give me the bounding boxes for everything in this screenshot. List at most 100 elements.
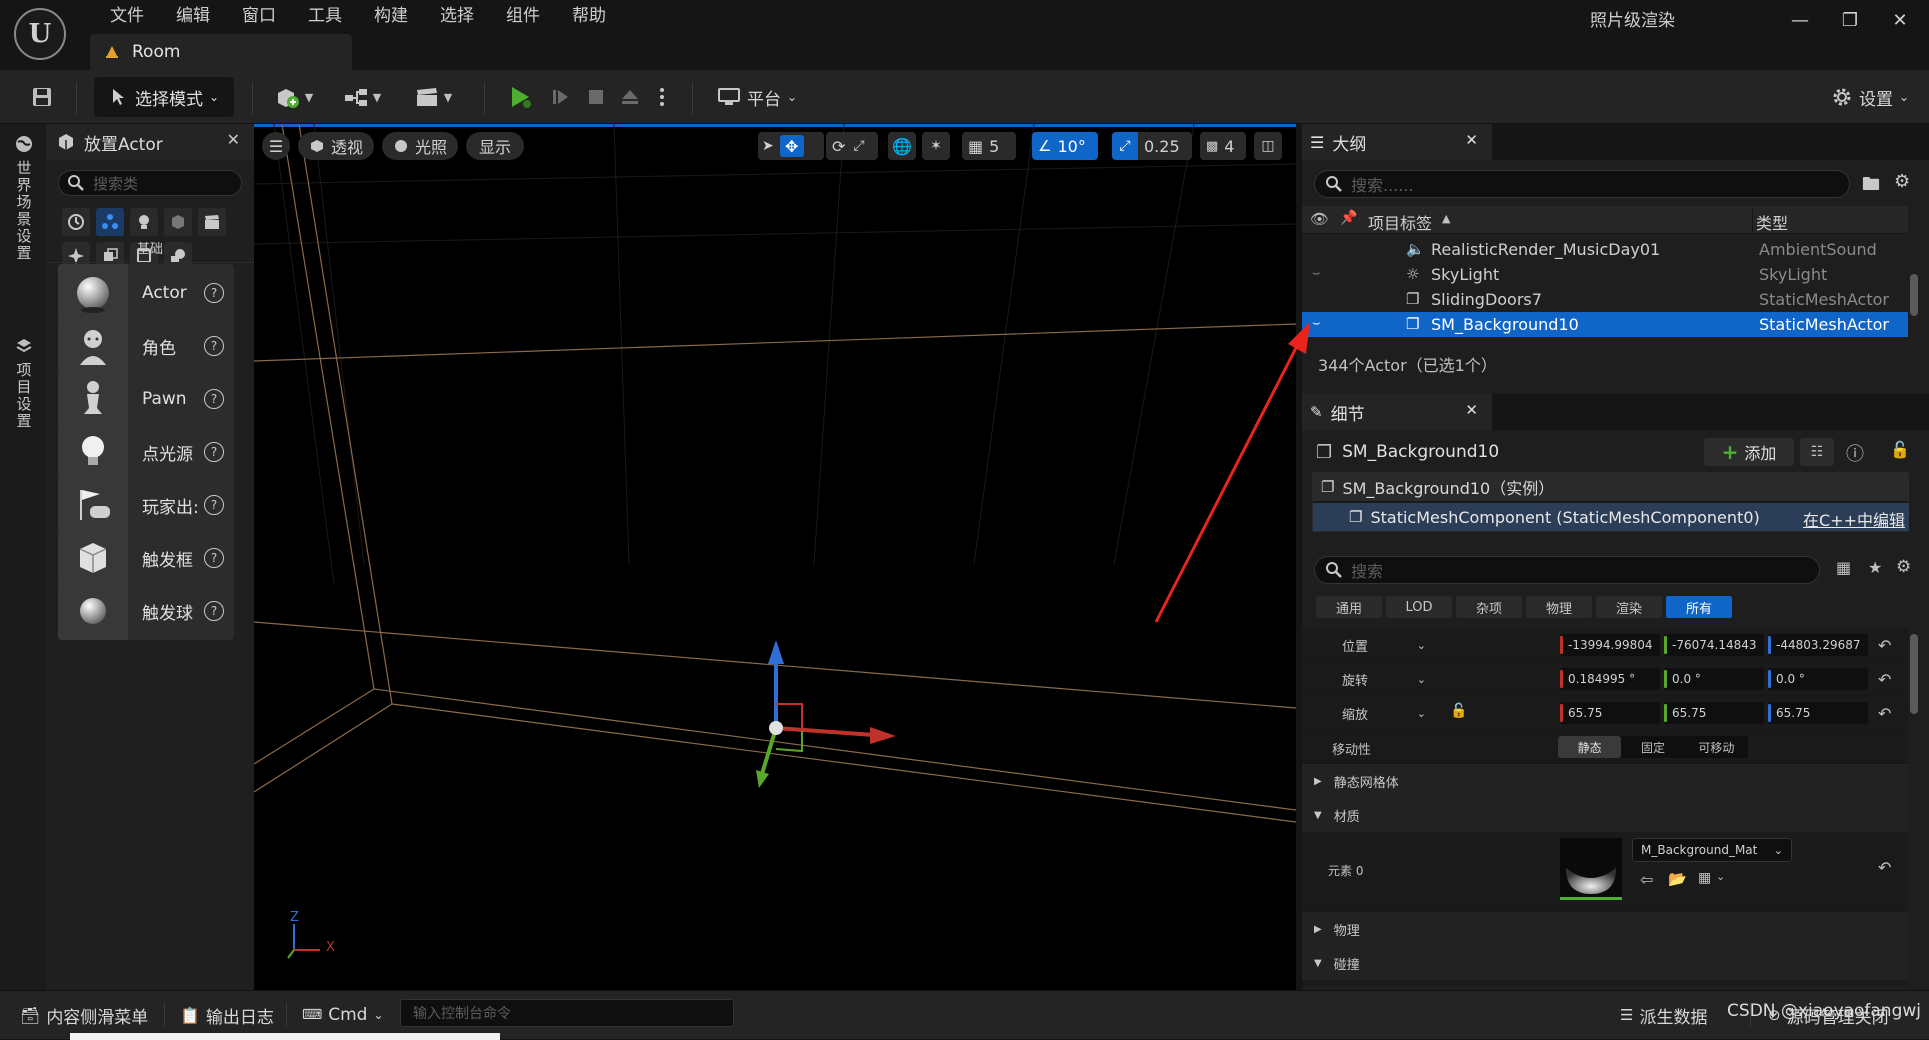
place-box-trigger-item[interactable]: 触发框 ?	[58, 529, 234, 587]
outliner-settings-gear-icon[interactable]: ⚙	[1894, 171, 1910, 192]
rotation-y-field[interactable]: 0.0 °	[1664, 668, 1764, 690]
column-type-header[interactable]: 类型	[1756, 210, 1788, 234]
browse-folder-icon[interactable]: 📂	[1668, 870, 1687, 888]
close-tab-icon[interactable]: ✕	[1465, 401, 1478, 419]
reset-arrow-icon[interactable]: ↶	[1878, 858, 1891, 877]
console-command-input[interactable]: 输入控制台命令	[400, 999, 734, 1027]
scale-icon[interactable]: ⤢	[853, 138, 864, 154]
location-z-field[interactable]: -44803.29687	[1768, 634, 1868, 656]
menu-select[interactable]: 选择	[424, 2, 490, 30]
scale-z-field[interactable]: 65.75	[1768, 702, 1868, 724]
play-button[interactable]	[500, 77, 540, 117]
tab-misc[interactable]: 杂项	[1456, 596, 1522, 618]
mobility-static[interactable]: 静态	[1558, 736, 1622, 758]
menu-help[interactable]: 帮助	[556, 2, 622, 30]
help-icon[interactable]: ?	[204, 389, 224, 409]
rotate-icon[interactable]: ⟳	[832, 137, 845, 156]
cmd-dropdown[interactable]: ⌨ Cmd ⌄	[294, 999, 392, 1031]
material-asset-dropdown[interactable]: M_Background_Mat ⌄	[1632, 838, 1792, 862]
column-label-header[interactable]: 项目标签	[1368, 210, 1432, 234]
camera-speed-button[interactable]: ▩ 4	[1200, 132, 1246, 160]
outliner-row[interactable]: 🔈 RealisticRender_MusicDay01 AmbientSoun…	[1302, 237, 1908, 262]
help-icon[interactable]: ?	[204, 442, 224, 462]
mobility-movable[interactable]: 可移动	[1685, 736, 1748, 758]
place-sphere-trigger-item[interactable]: 触发球 ?	[58, 582, 234, 640]
grid-snap-toggle[interactable]: ▦ 5	[962, 132, 1016, 160]
place-actor-item[interactable]: Actor ?	[58, 264, 234, 322]
place-player-start-item[interactable]: 玩家出: ?	[58, 476, 234, 534]
outliner-row[interactable]: ⌣ ☼ SkyLight SkyLight	[1302, 262, 1908, 287]
tab-rendering[interactable]: 渲染	[1596, 596, 1662, 618]
outliner-tab[interactable]: ☰ 大纲 ✕	[1302, 124, 1492, 160]
rotation-x-field[interactable]: 0.184995 °	[1560, 668, 1660, 690]
material-thumbnail[interactable]	[1560, 838, 1622, 900]
blueprint-button[interactable]: ▼	[338, 77, 386, 117]
help-icon[interactable]: ?	[204, 283, 224, 303]
content-drawer-button[interactable]: 🗃 内容侧滑菜单	[12, 999, 156, 1031]
reset-arrow-icon[interactable]: ↶	[1878, 670, 1891, 689]
tab-physics[interactable]: 物理	[1526, 596, 1592, 618]
world-local-icon[interactable]: 🌐	[888, 132, 916, 160]
blueprint-convert-icon[interactable]: ☷	[1800, 438, 1834, 466]
unreal-logo-icon[interactable]: U	[14, 8, 66, 60]
help-icon[interactable]: ?	[204, 548, 224, 568]
visibility-hidden-icon[interactable]: ⌣	[1312, 266, 1321, 281]
add-component-button[interactable]: + 添加	[1704, 438, 1794, 466]
class-search-input[interactable]: 搜索类	[58, 170, 242, 196]
location-y-field[interactable]: -76074.14843	[1664, 634, 1764, 656]
more-options-icon[interactable]	[650, 77, 674, 117]
shapes-cube-icon[interactable]	[164, 208, 192, 236]
cinematics-button[interactable]: ▼	[408, 77, 458, 117]
project-settings-tab[interactable]: 项目设置	[12, 336, 36, 536]
rotation-dropdown[interactable]: 旋转 ⌄	[1334, 668, 1434, 690]
favorite-star-icon[interactable]: ★	[1868, 558, 1882, 577]
location-dropdown[interactable]: 位置 ⌄	[1334, 634, 1434, 656]
lighting-button[interactable]: 光照	[382, 132, 458, 160]
details-tab[interactable]: ✎ 细节 ✕	[1302, 394, 1492, 430]
tab-lod[interactable]: LOD	[1386, 596, 1452, 618]
rotation-snap-toggle[interactable]: ∠ 10°	[1032, 132, 1098, 160]
perspective-button[interactable]: 透视	[298, 132, 374, 160]
help-circle-icon[interactable]: ⓘ	[1846, 440, 1864, 466]
surface-snap-icon[interactable]: ✶	[922, 132, 950, 160]
outliner-row-selected[interactable]: ⌣ ❐ SM_Background10 StaticMeshActor	[1302, 312, 1908, 337]
derived-data-button[interactable]: ☰ 派生数据	[1612, 999, 1715, 1031]
close-icon[interactable]: ✕	[1880, 6, 1920, 34]
menu-file[interactable]: 文件	[94, 2, 160, 30]
scale-y-field[interactable]: 65.75	[1664, 702, 1764, 724]
physics-section[interactable]: ▶ 物理	[1302, 912, 1908, 946]
level-viewport[interactable]: Z X ☰ 透视 光照 显示 ➤ ✥ ⟳ ⤢ 🌐 ✶ ▦ 5 ∠ 10° ⤢ 0…	[254, 124, 1296, 990]
project-tab[interactable]: Room	[90, 34, 352, 70]
rotation-z-field[interactable]: 0.0 °	[1768, 668, 1868, 690]
static-mesh-section[interactable]: ▶ 静态网格体	[1302, 764, 1908, 798]
outliner-scrollbar[interactable]	[1910, 274, 1918, 316]
add-folder-icon[interactable]: 🖿	[1862, 172, 1880, 202]
help-icon[interactable]: ?	[204, 495, 224, 515]
close-tab-icon[interactable]: ✕	[1465, 131, 1478, 149]
collision-section[interactable]: ▼ 碰撞	[1302, 946, 1908, 980]
step-button[interactable]	[544, 77, 576, 117]
settings-dropdown[interactable]: 设置 ⌄	[1820, 77, 1920, 117]
layout-icon[interactable]: ◫	[1254, 132, 1282, 160]
details-search-input[interactable]: 搜索	[1314, 556, 1820, 584]
reset-arrow-icon[interactable]: ↶	[1878, 704, 1891, 723]
light-bulb-icon[interactable]	[130, 208, 158, 236]
table-view-icon[interactable]: ▦	[1836, 558, 1851, 577]
tab-all[interactable]: 所有	[1666, 596, 1732, 618]
close-tab-icon[interactable]: ✕	[227, 130, 240, 149]
place-point-light-item[interactable]: 点光源 ?	[58, 423, 234, 481]
outliner-search-input[interactable]: 搜索......	[1314, 170, 1850, 198]
platform-dropdown[interactable]: 平台 ⌄	[712, 77, 802, 117]
visibility-eye-icon[interactable]: 👁	[1310, 210, 1329, 228]
minimize-icon[interactable]: —	[1780, 6, 1820, 34]
recent-icon[interactable]	[62, 208, 90, 236]
menu-edit[interactable]: 编辑	[160, 2, 226, 30]
move-icon[interactable]: ✥	[779, 135, 804, 157]
menu-build[interactable]: 构建	[358, 2, 424, 30]
help-icon[interactable]: ?	[204, 336, 224, 356]
scale-dropdown[interactable]: 缩放 ⌄	[1334, 702, 1434, 724]
select-mode-dropdown[interactable]: 选择模式 ⌄	[94, 77, 234, 117]
instance-row[interactable]: ❐ SM_Background10（实例）	[1313, 473, 1909, 501]
scale-x-field[interactable]: 65.75	[1560, 702, 1660, 724]
component-row[interactable]: ❐ StaticMeshComponent (StaticMeshCompone…	[1313, 503, 1909, 531]
